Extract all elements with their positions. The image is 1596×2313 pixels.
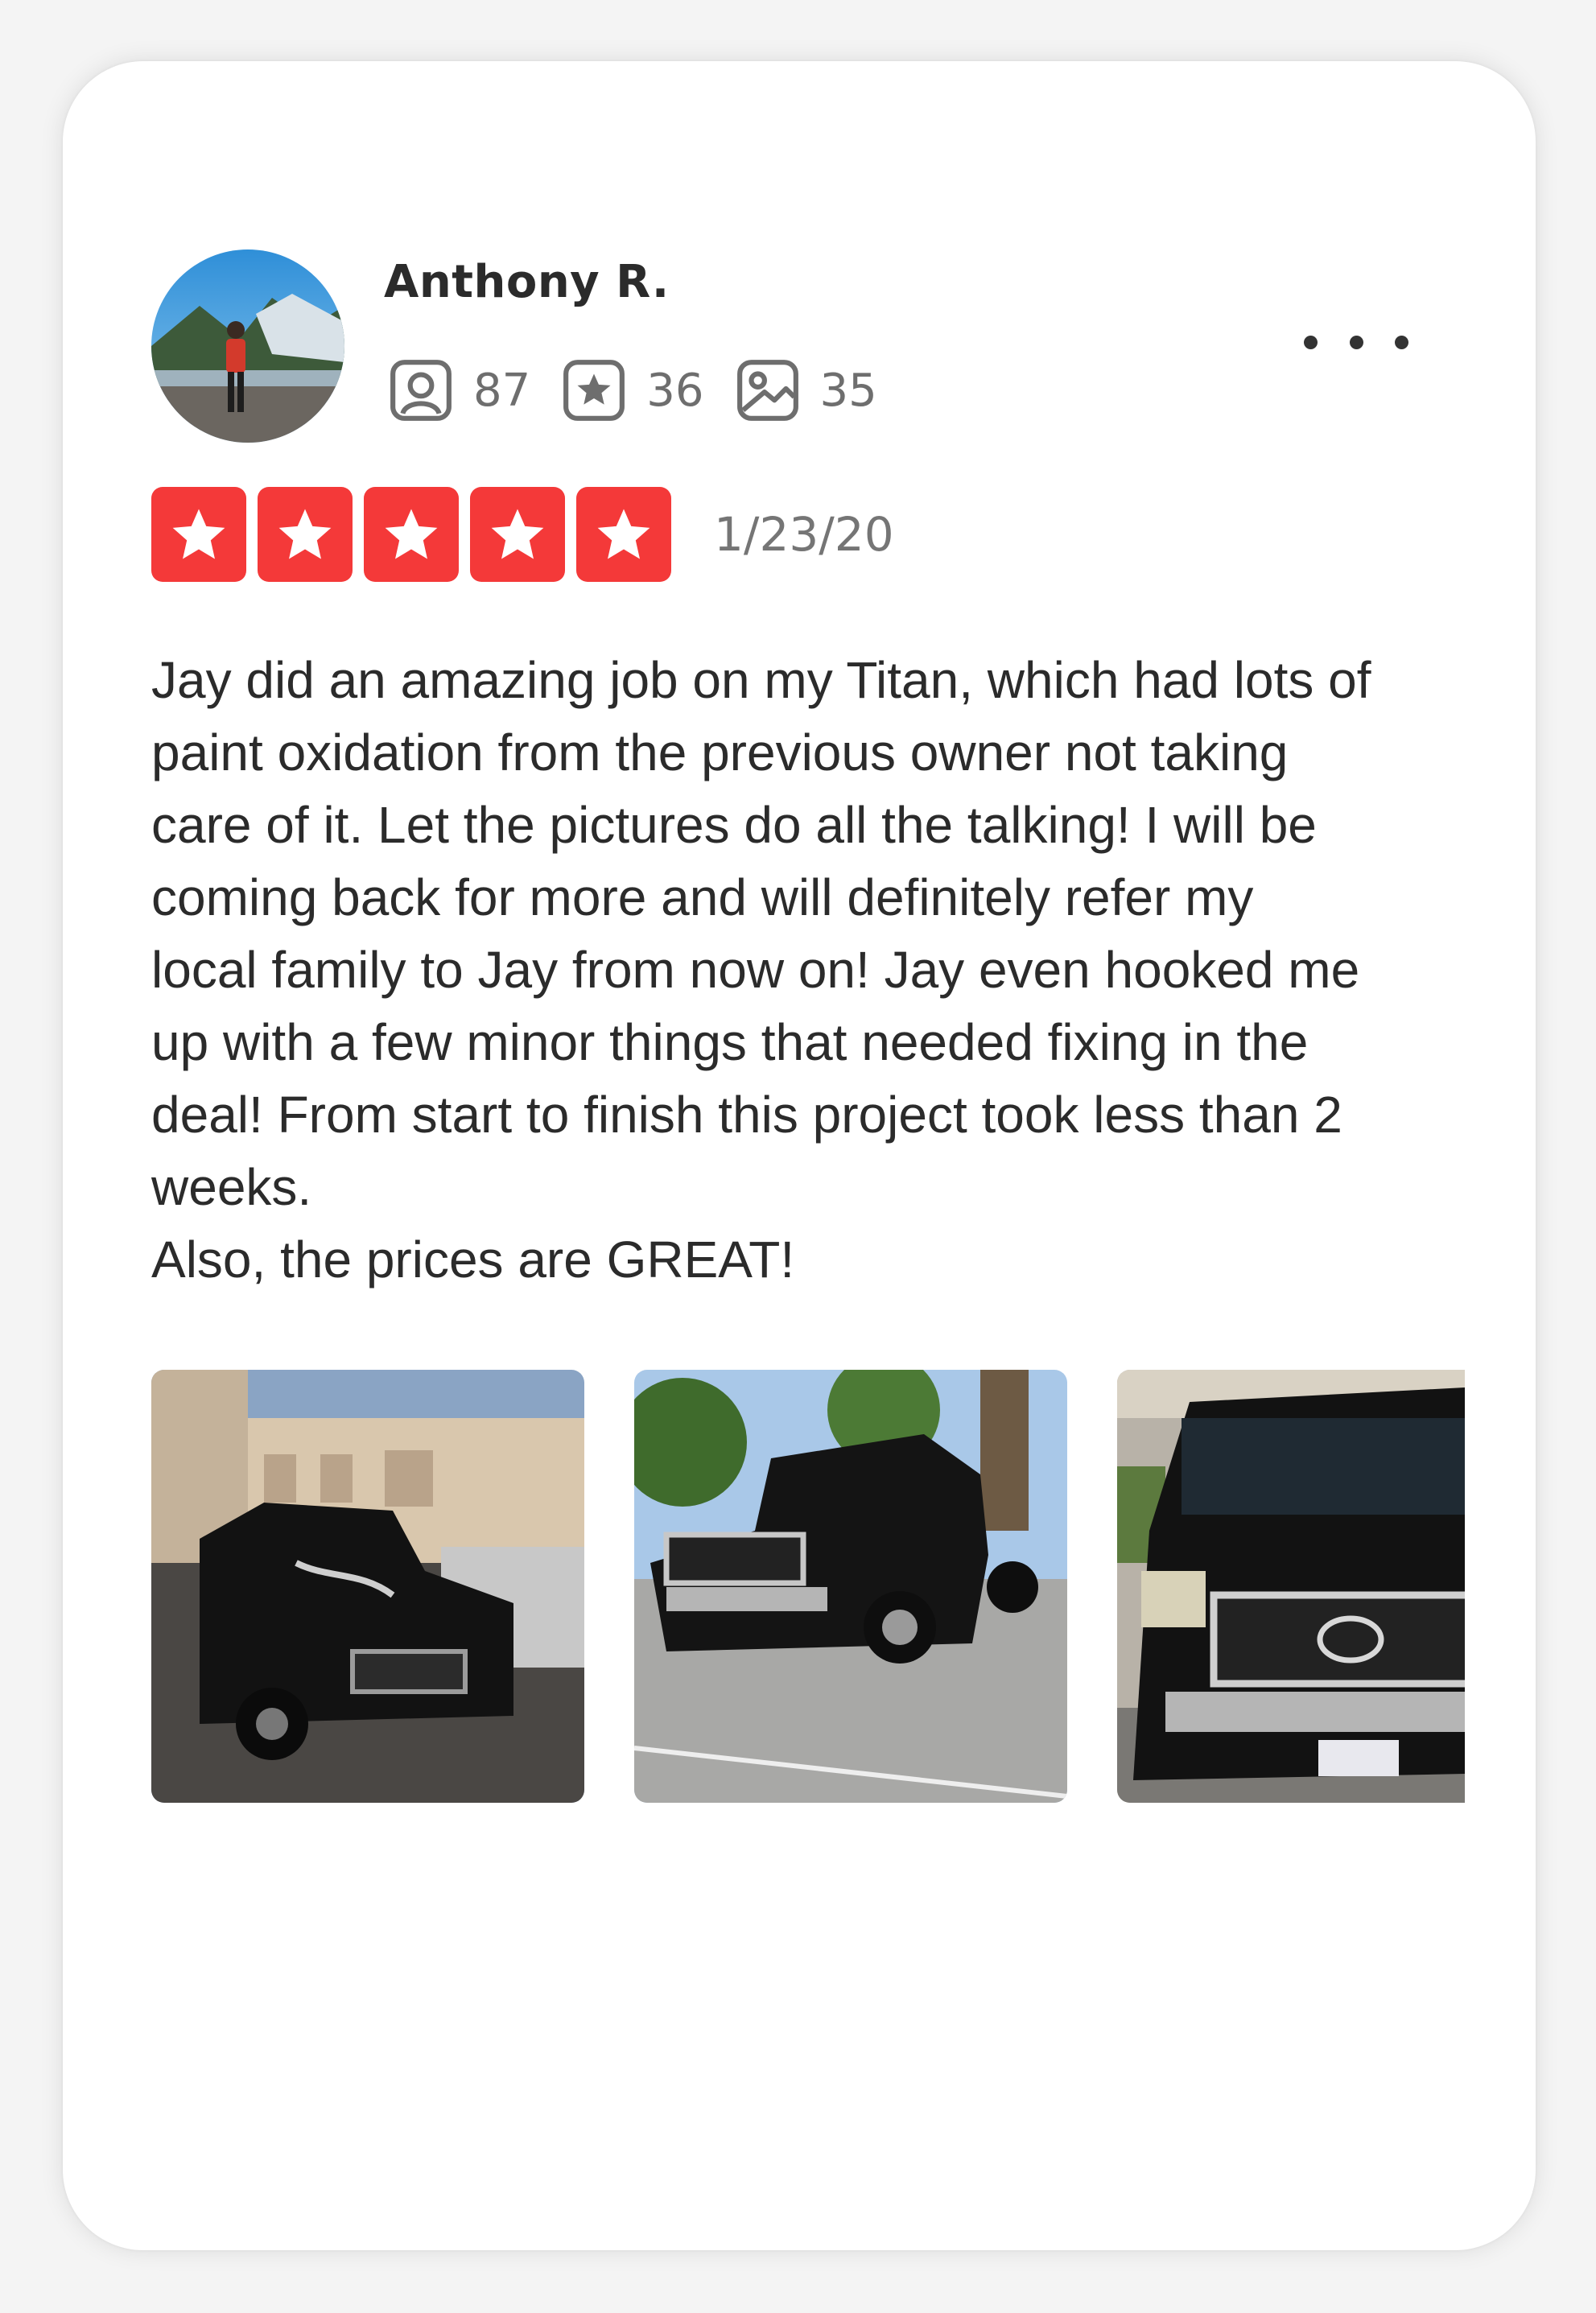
- star-icon: [576, 487, 671, 582]
- photo-icon: [736, 360, 798, 421]
- friends-count: 87: [473, 364, 531, 417]
- review-date: 1/23/20: [714, 507, 894, 562]
- reviews-stat: 36: [561, 357, 704, 423]
- star-rating: [151, 487, 683, 582]
- user-avatar[interactable]: [151, 249, 344, 443]
- star-icon: [151, 487, 246, 582]
- review-star-icon: [563, 360, 625, 421]
- friends-icon: [390, 360, 452, 421]
- review-photo[interactable]: [634, 1370, 1067, 1803]
- star-icon: [470, 487, 565, 582]
- review-photo[interactable]: [1117, 1370, 1465, 1803]
- more-dot-icon: [1349, 335, 1363, 349]
- screenshot-frame: Anthony R. 87 36 35 1/23/20 Jay did an a…: [0, 0, 1596, 2313]
- reviews-count: 36: [646, 364, 704, 417]
- photos-count: 35: [819, 364, 877, 417]
- more-dot-icon: [1304, 335, 1318, 349]
- more-dot-icon: [1395, 335, 1408, 349]
- truck-photo-1: [151, 1370, 584, 1803]
- review-photo[interactable]: [151, 1370, 584, 1803]
- friends-stat: 87: [388, 357, 530, 423]
- star-icon: [364, 487, 459, 582]
- photos-stat: 35: [735, 357, 877, 423]
- review-photos: [151, 1370, 1465, 1804]
- truck-photo-2: [634, 1370, 1067, 1803]
- user-name[interactable]: Anthony R.: [384, 256, 670, 308]
- star-icon: [258, 487, 353, 582]
- user-stats: 87 36 35: [388, 354, 908, 427]
- more-options-button[interactable]: [1304, 318, 1408, 366]
- avatar-photo: [151, 249, 344, 443]
- review-text: Jay did an amazing job on my Titan, whic…: [151, 651, 1371, 1288]
- truck-photo-3: [1117, 1370, 1465, 1803]
